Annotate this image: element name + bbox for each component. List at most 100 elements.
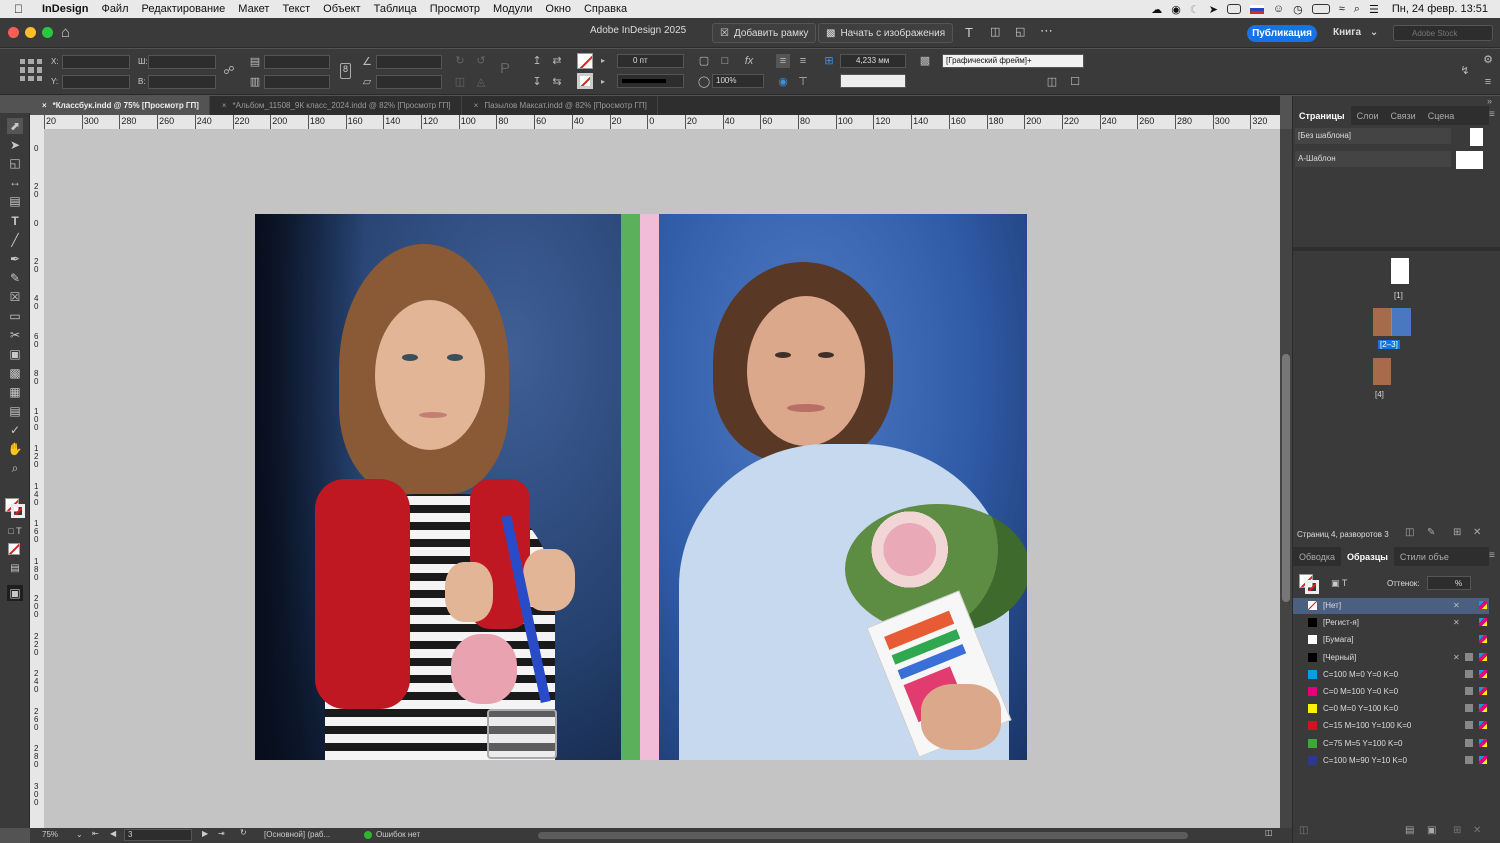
- input-source-flag-icon[interactable]: [1249, 4, 1264, 14]
- delete-swatch-icon[interactable]: ✕: [1473, 825, 1481, 836]
- nav-icon[interactable]: ➤: [1209, 3, 1218, 16]
- free-transform-tool-icon[interactable]: ▣: [7, 346, 23, 362]
- select-next-icon[interactable]: ⇆: [550, 75, 564, 89]
- tint-field[interactable]: [1427, 576, 1471, 590]
- master-a-thumb[interactable]: [1456, 151, 1483, 169]
- workspace-switcher[interactable]: Книга ⌄: [1333, 27, 1378, 38]
- keyboard-icon[interactable]: [1226, 4, 1241, 14]
- edit-page-icon[interactable]: ✎: [1427, 527, 1435, 538]
- flip-vertical-icon[interactable]: ◬: [474, 75, 488, 89]
- fill-menu-arrow-icon[interactable]: ▸: [596, 54, 610, 68]
- spread-2-3-thumb[interactable]: [1373, 308, 1411, 336]
- frame-fitting-icon[interactable]: □: [718, 54, 732, 68]
- align-bottom-icon[interactable]: ⊤: [796, 75, 810, 89]
- home-icon[interactable]: ⌂: [61, 24, 70, 41]
- rectangle-tool-icon[interactable]: ▭: [7, 308, 23, 324]
- spotlight-search-icon[interactable]: ⌕: [1354, 3, 1360, 16]
- width-field[interactable]: [148, 55, 216, 69]
- refresh-icon[interactable]: ↻: [240, 828, 247, 837]
- menu-view[interactable]: Просмотр: [430, 3, 480, 15]
- align-center-icon[interactable]: ≡: [796, 54, 810, 68]
- time-machine-icon[interactable]: ◷: [1293, 3, 1303, 16]
- last-page-icon[interactable]: ⇥: [218, 829, 225, 838]
- photo-frame-girl[interactable]: [255, 214, 621, 760]
- stroke-weight-field[interactable]: 0 пт: [617, 54, 684, 68]
- swatch-row[interactable]: [Нет] ✕: [1293, 598, 1489, 614]
- distribute-icon[interactable]: ◉: [776, 75, 790, 89]
- menu-edit[interactable]: Редактирование: [142, 3, 226, 15]
- first-page-icon[interactable]: ⇤: [92, 829, 99, 838]
- menu-layout[interactable]: Макет: [238, 3, 269, 15]
- shear-angle-field[interactable]: [376, 75, 442, 89]
- align-left-icon[interactable]: ≡: [776, 54, 790, 68]
- tab-pages[interactable]: Страницы: [1293, 106, 1351, 125]
- clear-overrides-icon[interactable]: ☐: [1068, 75, 1082, 89]
- new-folder-icon[interactable]: ▣: [1427, 825, 1436, 836]
- stroke-swatch[interactable]: [577, 73, 593, 89]
- preflight-indicator[interactable]: Ошибок нет: [364, 830, 420, 839]
- swatch-row[interactable]: [Черный] ✕: [1293, 650, 1489, 666]
- panel-toggle-icon[interactable]: ◫: [1265, 828, 1273, 837]
- x-field[interactable]: [62, 55, 130, 69]
- new-swatch-icon[interactable]: ⊞: [1453, 825, 1461, 836]
- pen-tool-icon[interactable]: ✒: [7, 251, 23, 267]
- menu-app[interactable]: InDesign: [42, 3, 88, 15]
- battery-icon[interactable]: [1311, 4, 1330, 14]
- show-swatches-icon[interactable]: ◫: [1299, 825, 1308, 836]
- delete-page-icon[interactable]: ✕: [1473, 527, 1481, 538]
- swatches-menu-icon[interactable]: ≡: [1489, 550, 1495, 561]
- tab-stage[interactable]: Сцена: [1422, 106, 1461, 125]
- rotate-angle-field[interactable]: [376, 55, 442, 69]
- tab-document-3[interactable]: × Пазылов Максат.indd @ 82% [Просмотр ГП…: [462, 96, 658, 115]
- height-field[interactable]: [148, 75, 216, 89]
- swatch-row[interactable]: C=100 M=0 Y=0 K=0: [1293, 667, 1489, 683]
- apple-icon[interactable]: : [14, 2, 32, 16]
- gap-tool-icon[interactable]: ↔: [7, 174, 23, 190]
- opacity-field[interactable]: 100%: [712, 74, 764, 88]
- line-tool-icon[interactable]: ╱: [7, 232, 23, 248]
- minimize-window-button[interactable]: [25, 27, 36, 38]
- next-page-icon[interactable]: ▶: [202, 829, 208, 838]
- constrain-scale-icon[interactable]: 8: [340, 63, 351, 79]
- panel-menu-icon[interactable]: ≡: [1489, 109, 1495, 120]
- gear-icon[interactable]: ⚙: [1481, 53, 1495, 67]
- path-text-icon[interactable]: P: [498, 61, 512, 76]
- add-frame-button[interactable]: ☒ Добавить рамку: [712, 23, 817, 43]
- content-collector-icon[interactable]: ▤: [7, 193, 23, 209]
- select-previous-icon[interactable]: ⇄: [550, 54, 564, 68]
- effects-icon[interactable]: fx: [742, 54, 756, 68]
- previous-page-icon[interactable]: ◀: [110, 829, 116, 838]
- photo-frame-teacher[interactable]: [659, 214, 1027, 760]
- rotate-cw-icon[interactable]: ↻: [453, 54, 467, 68]
- pages-divider[interactable]: [1293, 247, 1500, 251]
- menu-file[interactable]: Файл: [101, 3, 128, 15]
- vertical-scroll-thumb[interactable]: [1282, 354, 1290, 602]
- selection-tool-icon[interactable]: ⬈: [7, 118, 23, 134]
- wifi-icon[interactable]: ≈: [1339, 3, 1345, 15]
- rotate-ccw-icon[interactable]: ↺: [474, 54, 488, 68]
- y-field[interactable]: [62, 75, 130, 89]
- screen-mode-icon[interactable]: ▤: [7, 561, 23, 577]
- user-icon[interactable]: ☺: [1273, 3, 1284, 15]
- direct-selection-tool-icon[interactable]: ➤: [7, 137, 23, 153]
- swatch-row[interactable]: [Регист-я] ✕: [1293, 615, 1489, 631]
- gradient-tool-icon[interactable]: ▩: [7, 365, 23, 381]
- type-tool-icon[interactable]: T: [7, 213, 23, 229]
- horizontal-scrollbar[interactable]: [538, 832, 1188, 839]
- menu-window[interactable]: Окно: [545, 3, 571, 15]
- document-icon[interactable]: ◫: [990, 25, 1000, 38]
- control-panel-menu-icon[interactable]: ≡: [1481, 75, 1495, 89]
- lightning-icon[interactable]: ↯: [1458, 64, 1472, 78]
- eyedropper-tool-icon[interactable]: ✓: [7, 422, 23, 438]
- scale-x-field[interactable]: [264, 55, 330, 69]
- preview-mode-icon[interactable]: ▣: [7, 585, 23, 601]
- tab-object-styles[interactable]: Стили объе: [1394, 547, 1455, 566]
- swatch-row[interactable]: C=100 M=90 Y=10 K=0: [1293, 753, 1489, 769]
- stroke-type-dropdown[interactable]: [617, 74, 684, 88]
- menu-object[interactable]: Объект: [323, 3, 360, 15]
- creative-cloud-icon[interactable]: ☁: [1151, 3, 1162, 16]
- swatch-row[interactable]: C=75 M=5 Y=100 K=0: [1293, 736, 1489, 752]
- zoom-tool-icon[interactable]: ⌕: [7, 460, 23, 476]
- swatches-fill-stroke-proxy[interactable]: [1299, 574, 1319, 594]
- swatch-row[interactable]: C=0 M=0 Y=100 K=0: [1293, 701, 1489, 717]
